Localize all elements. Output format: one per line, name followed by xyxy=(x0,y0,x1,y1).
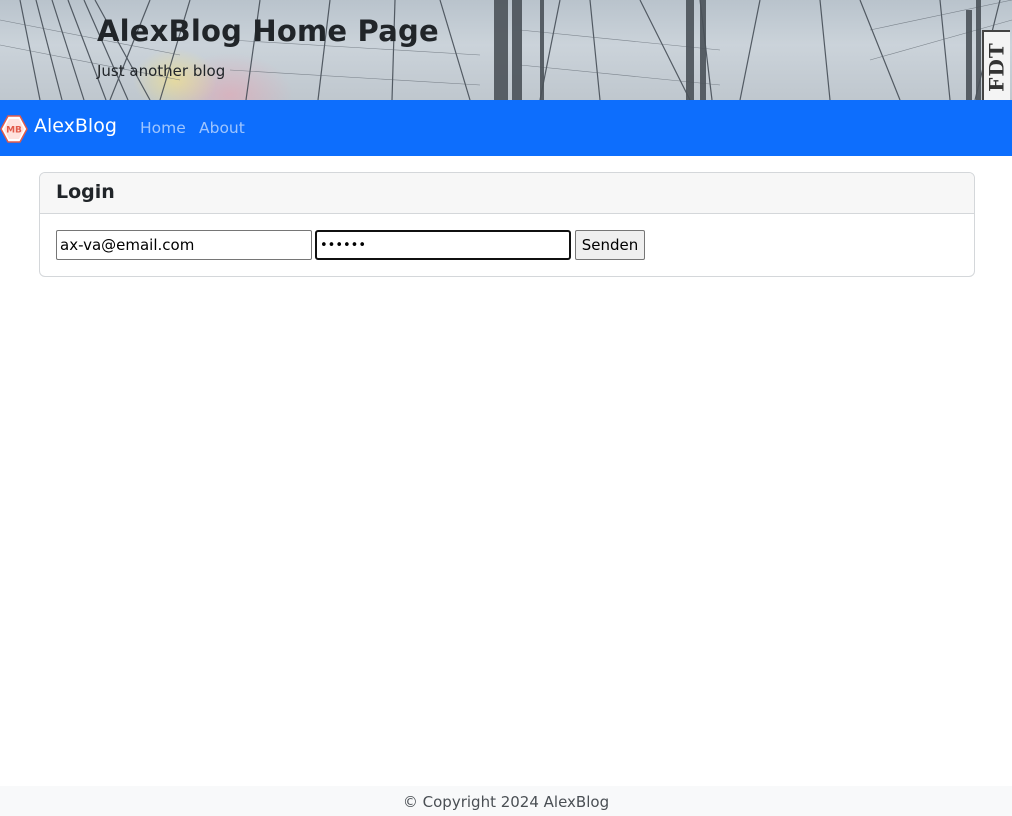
site-title: AlexBlog Home Page xyxy=(97,14,439,48)
copyright-text: © Copyright 2024 AlexBlog xyxy=(402,793,610,811)
login-title: Login xyxy=(56,181,115,203)
nav-link-about[interactable]: About xyxy=(199,119,245,137)
debug-toolbar-handle[interactable]: FDT xyxy=(982,30,1010,104)
submit-button[interactable]: Senden xyxy=(575,230,645,260)
navbar-brand[interactable]: AlexBlog xyxy=(34,115,117,137)
debug-toolbar-label: FDT xyxy=(985,42,1009,92)
header-banner: AlexBlog Home Page Just another blog xyxy=(0,0,1012,100)
login-card-header: Login xyxy=(40,173,974,214)
site-tagline: Just another blog xyxy=(97,62,226,80)
brand-logo-text: MB xyxy=(6,126,22,136)
login-card: Login Senden xyxy=(39,172,975,277)
navbar: MB AlexBlog Home About xyxy=(0,100,1012,156)
brand-logo-icon[interactable]: MB xyxy=(0,115,28,143)
page: AlexBlog Home Page Just another blog FDT… xyxy=(0,0,1012,816)
nav-link-home[interactable]: Home xyxy=(140,119,186,137)
password-field[interactable] xyxy=(315,230,571,260)
email-field[interactable] xyxy=(56,230,312,260)
footer: © Copyright 2024 AlexBlog xyxy=(0,786,1012,816)
